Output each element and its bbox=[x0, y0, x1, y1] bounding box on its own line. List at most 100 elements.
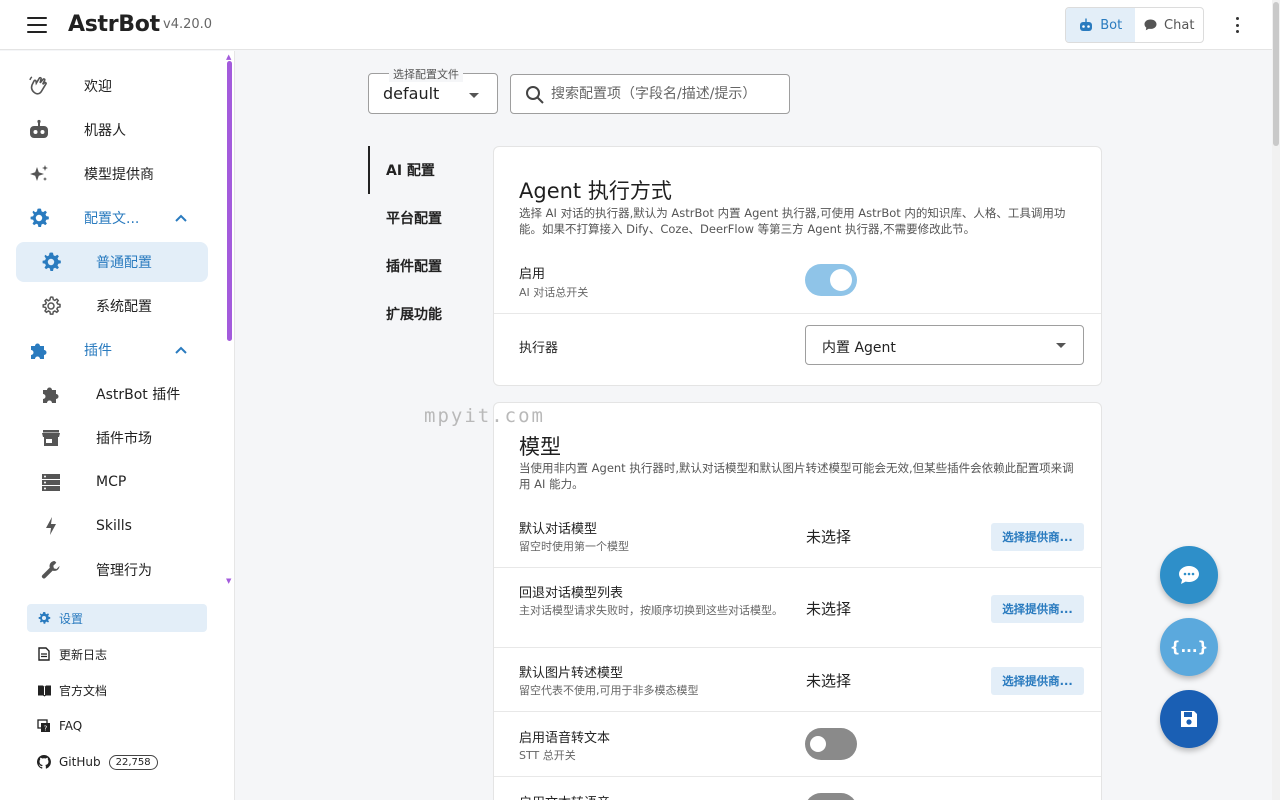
hand-wave-icon bbox=[28, 75, 50, 97]
sidebar-item-general-config[interactable]: 普通配置 bbox=[16, 242, 208, 282]
chevron-up-icon[interactable] bbox=[174, 343, 188, 357]
sidebar-scrollbar[interactable] bbox=[227, 61, 232, 341]
tab-ai-config[interactable]: AI 配置 bbox=[368, 146, 478, 194]
sidebar-item-plugins[interactable]: 插件 bbox=[16, 330, 208, 370]
document-icon bbox=[36, 646, 52, 662]
tts-toggle[interactable] bbox=[805, 793, 857, 800]
gear-icon bbox=[36, 610, 52, 626]
app-version: v4.20.0 bbox=[163, 17, 213, 32]
fallback-models-value: 未选择 bbox=[806, 600, 852, 618]
image-caption-model-label: 默认图片转述模型 bbox=[519, 666, 624, 681]
puzzle-icon bbox=[40, 383, 62, 405]
search-input[interactable] bbox=[551, 86, 781, 102]
page-scrollbar[interactable] bbox=[1272, 0, 1280, 800]
sidebar-settings[interactable]: 设置 bbox=[27, 604, 207, 632]
divider bbox=[494, 711, 1101, 712]
chat-bubble-icon bbox=[1144, 19, 1157, 31]
choose-provider-button[interactable]: 选择提供商... bbox=[991, 667, 1084, 695]
more-vert-icon[interactable] bbox=[1230, 15, 1244, 35]
tab-extensions[interactable]: 扩展功能 bbox=[368, 290, 478, 338]
choose-provider-button[interactable]: 选择提供商... bbox=[991, 595, 1084, 623]
sidebar-scroll-up-icon[interactable]: ▲ bbox=[226, 53, 231, 61]
divider bbox=[494, 776, 1101, 777]
model-card: 模型 当使用非内置 Agent 执行器时,默认对话模型和默认图片转述模型可能会无… bbox=[493, 402, 1102, 800]
tab-platform-config[interactable]: 平台配置 bbox=[368, 194, 478, 242]
robot-icon bbox=[1080, 18, 1093, 31]
store-icon bbox=[40, 427, 62, 449]
sidebar-settings-label: 设置 bbox=[59, 611, 84, 626]
sidebar-item-system-config[interactable]: 系统配置 bbox=[16, 286, 208, 326]
mode-bot-button[interactable]: Bot bbox=[1066, 8, 1135, 42]
divider bbox=[494, 313, 1101, 314]
sidebar-item-skills[interactable]: Skills bbox=[16, 506, 208, 546]
chat-fab-button[interactable] bbox=[1160, 546, 1218, 604]
stt-enable-label: 启用语音转文本 bbox=[519, 731, 611, 746]
card-title: Agent 执行方式 bbox=[519, 179, 672, 203]
enable-ai-toggle[interactable] bbox=[805, 264, 857, 296]
default-chat-model-label: 默认对话模型 bbox=[519, 522, 598, 537]
default-chat-model-hint: 留空时使用第一个模型 bbox=[519, 540, 629, 553]
sidebar-item-welcome[interactable]: 欢迎 bbox=[16, 66, 208, 106]
tab-plugin-config[interactable]: 插件配置 bbox=[368, 242, 478, 290]
sidebar-github[interactable]: GitHub 22,758 bbox=[27, 748, 207, 776]
config-file-select[interactable]: 选择配置文件 default bbox=[368, 66, 498, 114]
wrench-icon bbox=[40, 559, 62, 581]
github-icon bbox=[36, 754, 52, 770]
mode-chat-label: Chat bbox=[1164, 17, 1195, 33]
json-editor-fab-button[interactable]: {...} bbox=[1160, 618, 1218, 676]
gear-icon bbox=[40, 251, 62, 273]
save-fab-button[interactable] bbox=[1160, 690, 1218, 748]
sidebar-item-label: 系统配置 bbox=[96, 299, 152, 315]
sidebar-item-mcp[interactable]: MCP bbox=[16, 462, 208, 502]
app-brand: AstrBot bbox=[68, 12, 160, 37]
sidebar-item-label: AstrBot 插件 bbox=[96, 387, 181, 403]
gear-icon bbox=[28, 207, 50, 229]
sidebar-item-manage-behavior[interactable]: 管理行为 bbox=[16, 550, 208, 590]
sidebar-item-label: 欢迎 bbox=[84, 79, 112, 95]
sidebar-item-astrbot-plugins[interactable]: AstrBot 插件 bbox=[16, 374, 208, 414]
sidebar-changelog[interactable]: 更新日志 bbox=[27, 640, 207, 668]
sidebar-item-label: 管理行为 bbox=[96, 563, 152, 579]
robot-icon bbox=[28, 119, 50, 141]
stt-toggle[interactable] bbox=[805, 728, 857, 760]
caret-down-icon bbox=[469, 93, 479, 98]
sidebar-changelog-label: 更新日志 bbox=[59, 647, 108, 662]
menu-icon[interactable] bbox=[27, 17, 47, 33]
lightning-icon bbox=[40, 515, 62, 537]
sidebar-item-model-provider[interactable]: 模型提供商 bbox=[16, 154, 208, 194]
fallback-models-label: 回退对话模型列表 bbox=[519, 586, 624, 601]
sparkles-icon bbox=[28, 163, 50, 185]
sidebar-faq[interactable]: ? FAQ bbox=[27, 712, 207, 740]
choose-provider-button[interactable]: 选择提供商... bbox=[991, 523, 1084, 551]
code-braces-icon: {...} bbox=[1169, 638, 1209, 656]
default-chat-model-value: 未选择 bbox=[806, 528, 852, 546]
sidebar-faq-label: FAQ bbox=[59, 719, 83, 733]
sidebar-item-label: 模型提供商 bbox=[84, 167, 154, 183]
config-search-field[interactable] bbox=[510, 74, 790, 114]
sidebar-scroll-down-icon[interactable]: ▼ bbox=[226, 577, 231, 585]
sidebar-item-robot[interactable]: 机器人 bbox=[16, 110, 208, 150]
sidebar-item-label: 插件市场 bbox=[96, 431, 152, 447]
sidebar: ▲ ▼ 欢迎 机器人 模型提供商 配置文... 普通配置 系统配置 插件 Ast… bbox=[0, 51, 235, 800]
mode-bot-label: Bot bbox=[1100, 17, 1123, 33]
gear-outline-icon bbox=[40, 295, 62, 317]
mode-chat-button[interactable]: Chat bbox=[1135, 8, 1204, 42]
chevron-up-icon[interactable] bbox=[174, 211, 188, 225]
sidebar-docs-label: 官方文档 bbox=[59, 683, 108, 698]
executor-select[interactable]: 内置 Agent bbox=[805, 325, 1084, 365]
watermark: mpyit.com bbox=[424, 405, 545, 427]
image-caption-model-value: 未选择 bbox=[806, 672, 852, 690]
server-icon bbox=[40, 471, 62, 493]
sidebar-docs[interactable]: 官方文档 bbox=[27, 676, 207, 704]
fallback-models-hint: 主对话模型请求失败时，按顺序切换到这些对话模型。 bbox=[519, 604, 783, 617]
sidebar-item-plugin-market[interactable]: 插件市场 bbox=[16, 418, 208, 458]
sidebar-item-label: 配置文... bbox=[84, 211, 140, 227]
faq-icon: ? bbox=[36, 718, 52, 734]
sidebar-item-config-files[interactable]: 配置文... bbox=[16, 198, 208, 238]
stt-enable-hint: STT 总开关 bbox=[519, 749, 576, 762]
card-title: 模型 bbox=[519, 435, 561, 459]
chat-bubble-icon bbox=[1179, 566, 1199, 584]
save-icon bbox=[1181, 711, 1197, 727]
sidebar-item-label: 插件 bbox=[84, 343, 112, 359]
mode-toggle: Bot Chat bbox=[1065, 7, 1204, 43]
